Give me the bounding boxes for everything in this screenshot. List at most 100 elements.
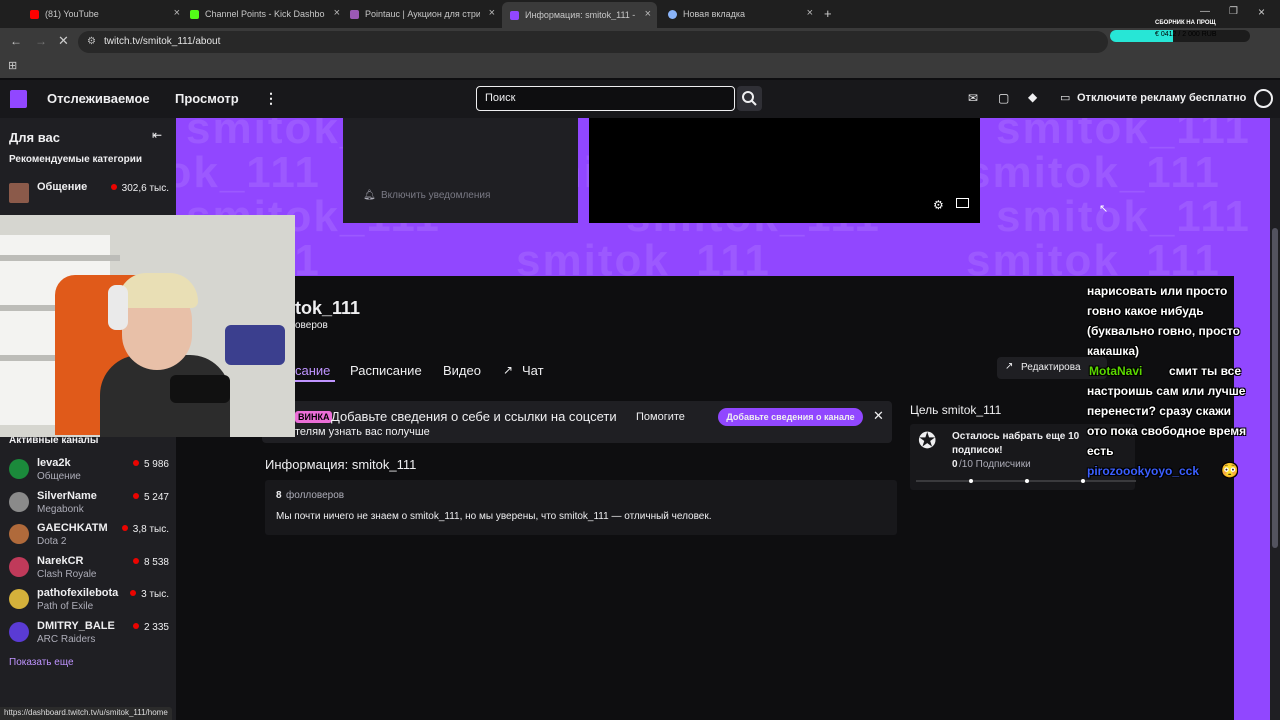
banner-edge <box>1234 276 1270 720</box>
adfree-button[interactable]: Отключите рекламу бесплатно <box>1077 92 1246 104</box>
chat-emoji: 😳 <box>1221 462 1239 478</box>
forward-button[interactable]: → <box>35 34 47 48</box>
collapse-sidebar-icon[interactable]: ⇤ <box>152 128 162 142</box>
channel-name: GAECHKATM <box>37 522 108 534</box>
search-input[interactable]: Поиск <box>476 86 735 111</box>
channel-game: Dota 2 <box>37 536 67 547</box>
scrollbar-thumb[interactable] <box>1272 228 1278 548</box>
new-tab-button[interactable]: + <box>824 6 832 21</box>
settings-gear-icon[interactable]: ⚙ <box>933 198 944 212</box>
user-avatar[interactable] <box>1254 89 1273 108</box>
close-icon[interactable]: × <box>807 7 813 19</box>
channel-row[interactable]: SilverName Megabonk 5 247 <box>9 490 169 520</box>
star-icon: ✪ <box>918 428 937 453</box>
maximize-button[interactable]: ❐ <box>1229 6 1238 17</box>
nav-following[interactable]: Отслеживаемое <box>47 91 150 106</box>
tab-title: Channel Points - Kick Dashboard <box>205 9 325 19</box>
close-icon[interactable]: × <box>334 7 340 19</box>
tab-title: Информация: smitok_111 - Twitch <box>525 10 635 20</box>
close-icon[interactable]: × <box>489 7 495 19</box>
crown-icon[interactable]: ◆ <box>1028 90 1037 104</box>
tab-title: Новая вкладка <box>683 9 746 19</box>
category-name: Общение <box>37 181 88 193</box>
channel-game: Path of Exile <box>37 601 94 612</box>
channel-name: SilverName <box>37 490 97 502</box>
channel-game: Общение <box>37 471 81 482</box>
goal-marker <box>1081 479 1085 483</box>
whispers-icon[interactable]: ▢ <box>998 91 1009 105</box>
search-placeholder: Поиск <box>485 92 516 104</box>
about-description: Мы почти ничего не знаем о smitok_111, н… <box>276 511 712 522</box>
browser-tab[interactable]: Новая вкладка × <box>668 4 813 24</box>
twitch-logo-icon[interactable] <box>10 90 27 108</box>
channel-viewers: 5 247 <box>133 492 169 503</box>
about-panel <box>265 480 897 535</box>
recommended-category[interactable]: Общение 302,6 тыс. <box>9 181 169 211</box>
tab-schedule[interactable]: Расписание <box>350 363 422 378</box>
url-text: twitch.tv/smitok_111/about <box>104 36 221 47</box>
stop-button[interactable]: ✕ <box>58 33 69 49</box>
channel-row[interactable]: NarekCR Clash Royale 8 538 <box>9 555 169 585</box>
channel-row[interactable]: GAECHKATM Dota 2 3,8 тыс. <box>9 522 169 552</box>
tab-about[interactable]: сание <box>295 363 330 378</box>
donation-progress-text: € 0412 / 2 000 RUB <box>1155 31 1217 38</box>
person-hair <box>118 273 198 308</box>
about-heading: Информация: smitok_111 <box>265 457 417 472</box>
chat-overlay-line: (буквально говно, просто <box>1087 324 1240 338</box>
bookmarks-bar: ⊞ <box>0 56 1280 78</box>
more-menu-icon[interactable]: ⋮ <box>264 90 278 107</box>
channel-game: Megabonk <box>37 504 84 515</box>
browser-tab-strip: (81) YouTube × Channel Points - Kick Das… <box>0 0 1280 28</box>
microphone <box>170 375 230 403</box>
chat-overlay-line: говно какое нибудь <box>1087 304 1204 318</box>
back-button[interactable]: ← <box>10 34 22 48</box>
channel-avatar <box>9 589 29 609</box>
browser-tab-active[interactable]: Информация: smitok_111 - Twitch × <box>502 2 657 28</box>
channel-name: leva2k <box>37 457 71 469</box>
category-viewers: 302,6 тыс. <box>111 183 169 194</box>
browser-tab[interactable]: (81) YouTube × <box>30 4 180 24</box>
site-info-icon[interactable]: ⚙ <box>87 31 96 53</box>
show-more-link[interactable]: Показать еще <box>9 657 74 668</box>
channel-row[interactable]: pathofexilebota Path of Exile 3 тыс. <box>9 587 169 617</box>
chat-username: pirozoookyoyo_cck <box>1087 464 1200 478</box>
theatre-mode-icon[interactable] <box>956 198 969 208</box>
browser-tab[interactable]: Channel Points - Kick Dashboard × <box>190 4 340 24</box>
channel-name: pathofexilebota <box>37 587 119 599</box>
new-badge: ВИНКА <box>295 411 333 423</box>
tab-chat[interactable]: Чат <box>522 363 544 378</box>
add-channel-info-button[interactable]: Добавьте сведения о канале <box>718 408 863 426</box>
tab-videos[interactable]: Видео <box>443 363 481 378</box>
close-icon[interactable]: × <box>174 7 180 19</box>
close-icon[interactable]: ✕ <box>873 408 884 424</box>
inbox-icon[interactable]: ✉ <box>968 91 978 105</box>
close-icon[interactable]: × <box>645 8 651 20</box>
channel-game: Clash Royale <box>37 569 97 580</box>
chat-overlay-line: есть <box>1087 444 1114 458</box>
address-bar[interactable]: ⚙ twitch.tv/smitok_111/about <box>78 31 1108 53</box>
promo-text: телям узнать вас получше <box>295 426 430 438</box>
enable-notifications[interactable]: Включить уведомления <box>381 190 490 201</box>
channel-row[interactable]: leva2k Общение 5 986 <box>9 457 169 487</box>
nav-browse[interactable]: Просмотр <box>175 91 239 106</box>
twitch-icon <box>510 10 519 20</box>
search-button[interactable] <box>737 86 762 111</box>
chat-overlay-line: какашка) <box>1087 344 1140 358</box>
apps-grid-icon[interactable]: ⊞ <box>8 59 17 72</box>
external-link-icon: ↗ <box>503 363 514 377</box>
channel-row[interactable]: DMITRY_BALE ARC Raiders 2 335 <box>9 620 169 650</box>
donation-widget-title: СБОРНИК НА ПРОЩ <box>1155 20 1216 26</box>
minimize-button[interactable]: — <box>1200 6 1210 17</box>
close-window-button[interactable]: × <box>1258 5 1265 19</box>
pillow <box>225 325 285 365</box>
banner-text: smitok_111 <box>176 148 321 197</box>
goal-progress-rest: /10 Подписчики <box>959 459 1031 470</box>
headphones <box>108 285 128 330</box>
browser-tab[interactable]: Pointauc | Аукцион для стримеров × <box>350 4 495 24</box>
page-scrollbar[interactable] <box>1270 118 1280 720</box>
donation-progress-bar: € 0412 / 2 000 RUB <box>1110 30 1250 42</box>
shelf-board <box>0 255 120 261</box>
recommended-categories-heading: Рекомендуемые категории <box>9 154 143 165</box>
video-player[interactable]: ⚙ <box>589 118 980 223</box>
banner-text: smitok_111 <box>966 148 1221 197</box>
